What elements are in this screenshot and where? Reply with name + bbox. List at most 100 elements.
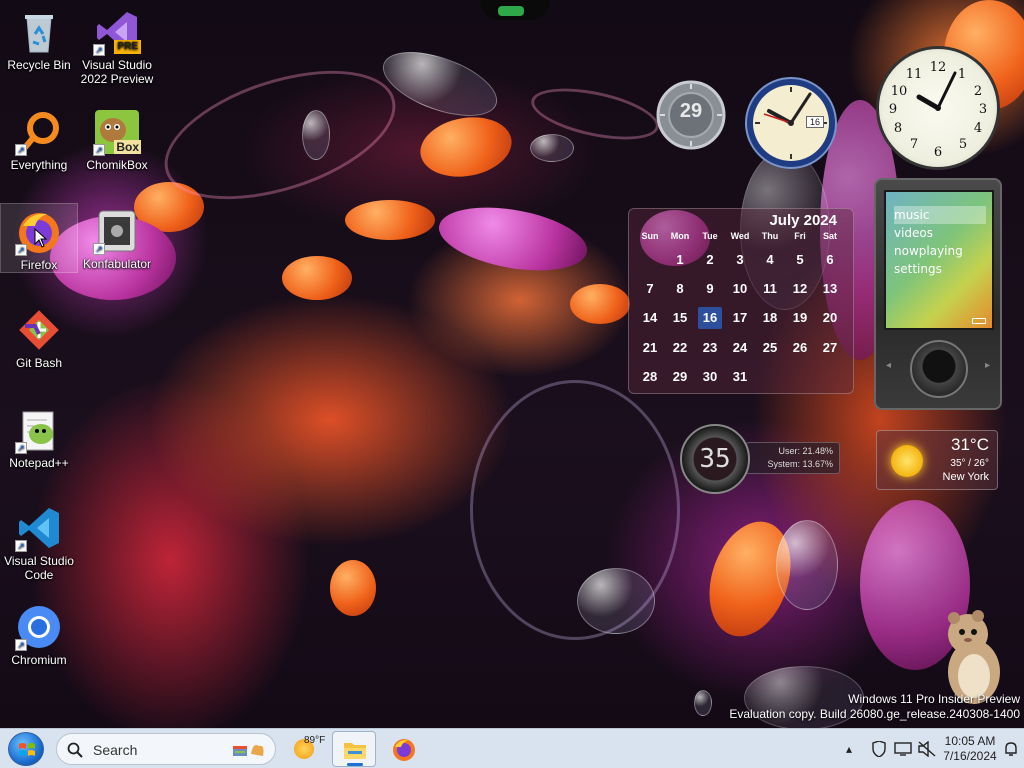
desktop-icon-label: Recycle Bin xyxy=(7,58,71,72)
calendar-gadget[interactable]: July 2024 Sun Mon Tue Wed Thu Fri Sat 1 2 3 4 5 6 7 8 9… xyxy=(628,208,854,394)
desktop-icon-git-bash[interactable]: Git Bash xyxy=(0,302,78,372)
hamster-mascot-icon[interactable] xyxy=(938,606,1008,706)
everything-search-icon: ↗ xyxy=(15,108,63,156)
taskbar-search-box[interactable]: Search xyxy=(56,733,276,765)
preview-badge: PRE xyxy=(114,40,141,54)
analog-clock-gadget-large[interactable]: 12 1 2 3 45 6 78 9 10 11 xyxy=(876,46,1000,170)
shortcut-arrow-icon: ↗ xyxy=(15,144,27,156)
calendar-day[interactable]: 24 xyxy=(725,333,755,362)
svg-text:12: 12 xyxy=(930,60,947,75)
calendar-grid: Sun Mon Tue Wed Thu Fri Sat 1 2 3 4 5 6 7 8 9 10 11 12 13 14… xyxy=(629,231,853,391)
desktop-icon-chomikbox[interactable]: Box ↗ ChomikBox xyxy=(78,104,156,176)
calendar-day[interactable]: 8 xyxy=(665,274,695,303)
svg-text:6: 6 xyxy=(934,145,942,160)
notifications-bell-icon[interactable] xyxy=(1004,741,1018,757)
svg-text:2: 2 xyxy=(974,84,982,99)
media-menu-item-settings[interactable]: settings xyxy=(894,260,986,278)
calendar-today[interactable]: 16 xyxy=(698,307,722,329)
calendar-day[interactable]: 5 xyxy=(785,245,815,274)
active-indicator xyxy=(347,763,363,766)
calendar-day[interactable]: 6 xyxy=(815,245,845,274)
desktop-icon-recycle-bin[interactable]: Recycle Bin xyxy=(0,4,78,96)
calendar-day[interactable]: 19 xyxy=(785,303,815,332)
calendar-day[interactable]: 26 xyxy=(785,333,815,362)
taskbar-firefox[interactable] xyxy=(382,731,426,767)
play-pause-icon[interactable]: ▸ xyxy=(985,360,990,371)
taskbar-weather-widget[interactable]: 89°F xyxy=(290,731,330,767)
calendar-day[interactable]: 22 xyxy=(665,333,695,362)
media-menu-item-videos[interactable]: videos xyxy=(894,224,986,242)
calendar-day[interactable]: 7 xyxy=(635,274,665,303)
back-icon[interactable]: ◂ xyxy=(886,360,891,371)
desktop-icon-chromium[interactable]: ↗ Chromium xyxy=(0,599,78,669)
calendar-day[interactable]: 3 xyxy=(725,245,755,274)
cpu-meter-gadget[interactable]: User: 21.48% System: 13.67% 35 xyxy=(680,424,840,496)
calendar-day[interactable]: 21 xyxy=(635,333,665,362)
media-menu-item-music[interactable]: music xyxy=(894,206,986,224)
weather-gadget[interactable]: 31°C 35° / 26° New York xyxy=(876,430,998,490)
mouse-cursor-icon xyxy=(34,228,48,248)
network-icon[interactable] xyxy=(894,741,912,757)
date-dial-gadget[interactable]: 29 xyxy=(656,80,726,150)
calendar-day[interactable]: 2 xyxy=(695,245,725,274)
calendar-day[interactable]: 1 xyxy=(665,245,695,274)
shortcut-arrow-icon: ↗ xyxy=(15,639,27,651)
svg-text:5: 5 xyxy=(959,137,967,152)
analog-clock-gadget-small[interactable]: 16 xyxy=(744,76,838,170)
calendar-day[interactable]: 20 xyxy=(815,303,845,332)
calendar-day[interactable]: 23 xyxy=(695,333,725,362)
calendar-day[interactable]: 11 xyxy=(755,274,785,303)
chomikbox-badge: Box xyxy=(114,140,141,154)
calendar-day[interactable]: 18 xyxy=(755,303,785,332)
start-button[interactable] xyxy=(8,732,44,766)
desktop-icon-vscode[interactable]: ↗ Visual Studio Code xyxy=(0,500,78,586)
media-player-screen: music videos nowplaying settings xyxy=(884,190,994,330)
calendar-day[interactable]: 30 xyxy=(695,362,725,391)
media-player-menu: music videos nowplaying settings xyxy=(894,206,986,278)
desktop-icon-notepad-plus-plus[interactable]: ↗ Notepad++ xyxy=(0,402,78,472)
calendar-month-title: July 2024 xyxy=(769,212,837,229)
tray-security-icon[interactable] xyxy=(870,741,888,757)
desktop-icon-everything[interactable]: ↗ Everything xyxy=(0,104,78,176)
desktop-icon-label: Everything xyxy=(10,158,68,172)
calendar-day[interactable]: 14 xyxy=(635,303,665,332)
firefox-icon xyxy=(393,739,415,761)
calendar-day[interactable]: 12 xyxy=(785,274,815,303)
svg-text:3: 3 xyxy=(979,102,987,117)
cpu-user-usage: User: 21.48% xyxy=(778,446,833,456)
calendar-weekday: Tue xyxy=(702,231,718,241)
calendar-weekday: Sat xyxy=(822,231,837,241)
desktop-icon-konfabulator[interactable]: ↗ Konfabulator xyxy=(78,203,156,273)
calendar-day[interactable]: 13 xyxy=(815,274,845,303)
calendar-day[interactable]: 15 xyxy=(665,303,695,332)
shortcut-arrow-icon: ↗ xyxy=(15,442,27,454)
calendar-day[interactable]: 27 xyxy=(815,333,845,362)
taskbar-weather-temp: 89°F xyxy=(304,735,326,746)
tray-overflow-chevron-icon[interactable]: ▴ xyxy=(846,729,860,768)
windows-logo-icon xyxy=(19,743,35,756)
media-player-gadget[interactable]: music videos nowplaying settings ◂ ▸ xyxy=(874,178,1002,410)
volume-muted-icon[interactable] xyxy=(918,741,936,757)
media-menu-item-nowplaying[interactable]: nowplaying xyxy=(894,242,986,260)
calendar-day[interactable]: 10 xyxy=(725,274,755,303)
calendar-day[interactable]: 4 xyxy=(755,245,785,274)
calendar-day[interactable]: 28 xyxy=(635,362,665,391)
calendar-day[interactable]: 9 xyxy=(695,274,725,303)
svg-text:11: 11 xyxy=(906,67,923,82)
svg-text:9: 9 xyxy=(889,102,897,117)
clock-date: 7/16/2024 xyxy=(943,749,997,763)
taskbar-clock[interactable]: 10:05 AM 7/16/2024 xyxy=(940,729,1000,768)
media-player-pad-button[interactable] xyxy=(910,340,968,398)
calendar-day xyxy=(635,245,665,274)
calendar-day[interactable]: 17 xyxy=(725,303,755,332)
battery-icon xyxy=(972,318,986,324)
desktop-icon-visual-studio-preview[interactable]: PRE ↗ Visual Studio 2022 Preview xyxy=(78,4,156,96)
calendar-day[interactable]: 31 xyxy=(725,362,755,391)
desktop-icon-label: Visual Studio Code xyxy=(4,554,74,582)
calendar-day[interactable]: 25 xyxy=(755,333,785,362)
shortcut-arrow-icon: ↗ xyxy=(15,540,27,552)
watermark-line-1: Windows 11 Pro Insider Preview xyxy=(848,692,1020,706)
taskbar-file-explorer[interactable] xyxy=(332,731,376,767)
desktop-icon-label: ChomikBox xyxy=(86,158,148,172)
calendar-day[interactable]: 29 xyxy=(665,362,695,391)
